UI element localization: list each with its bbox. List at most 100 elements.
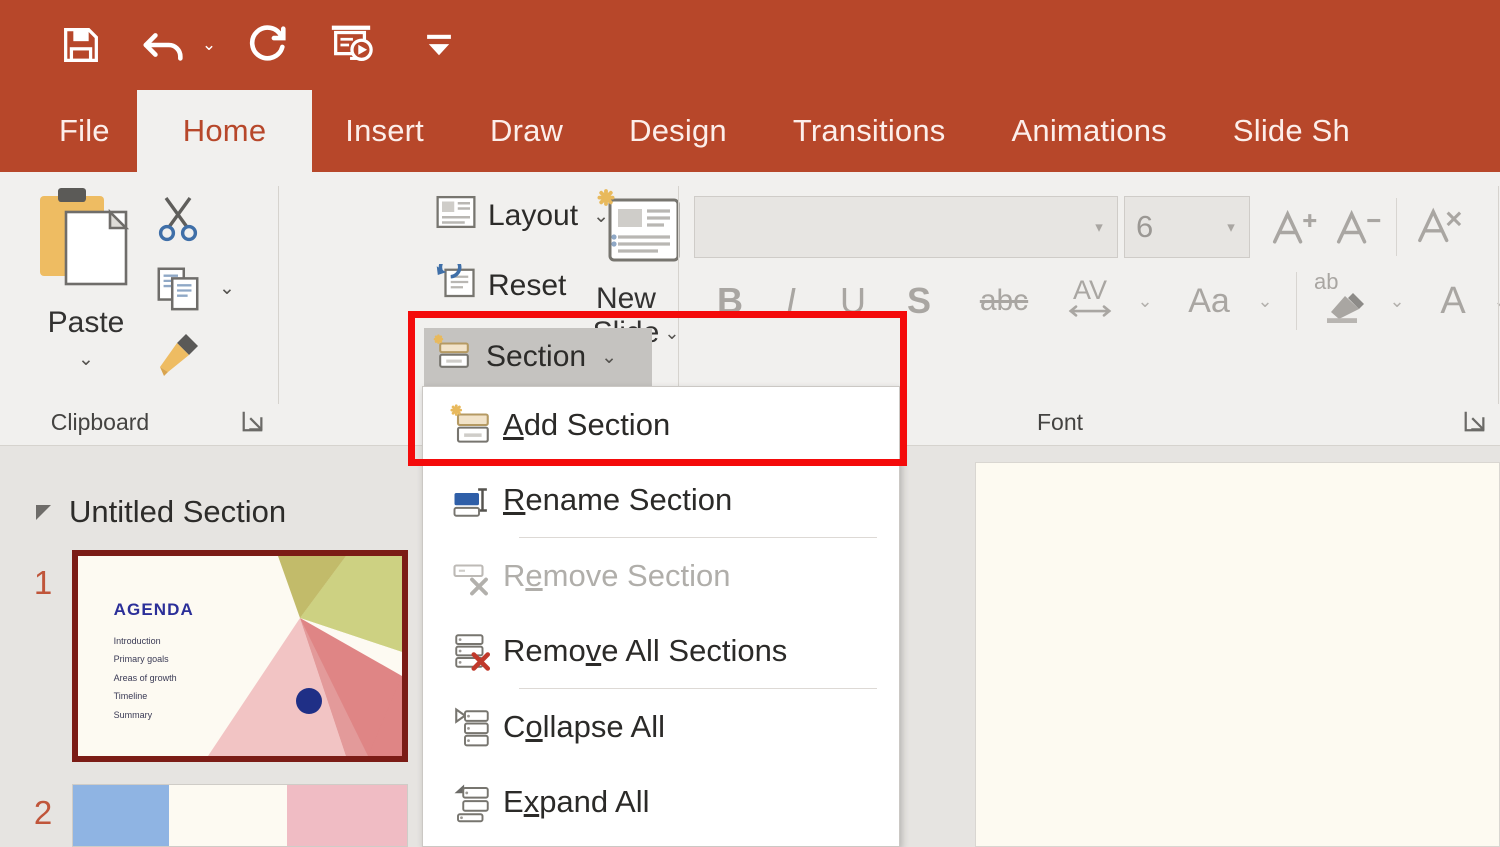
section-label: Section [486, 340, 587, 373]
slide-edit-canvas[interactable] [975, 462, 1500, 847]
collapse-all-icon [441, 706, 503, 748]
ribbon-tab-strip: File Home Insert Draw Design Transitions… [0, 90, 1500, 172]
font-size-combobox[interactable]: 6 ▾ [1124, 196, 1250, 258]
section-caret-icon[interactable]: ⌄ [601, 346, 617, 369]
reset-label: Reset [488, 269, 567, 302]
character-spacing-caret-icon[interactable]: ⌄ [1130, 272, 1160, 330]
add-section-icon [441, 403, 503, 446]
tab-home[interactable]: Home [136, 90, 313, 172]
strikethrough-button[interactable]: abc [962, 272, 1046, 330]
slide-bullet-4: Summary [113, 709, 153, 720]
rename-section-icon [441, 479, 503, 521]
layout-caret-icon[interactable]: ⌄ [593, 205, 609, 228]
font-dialog-launcher[interactable] [1462, 408, 1488, 434]
paste-button[interactable]: Paste ⌄ [18, 184, 154, 374]
section-button[interactable]: Section ⌄ [424, 328, 652, 386]
slide-title-text: AGENDA [113, 600, 194, 619]
start-presentation-icon[interactable] [320, 14, 382, 76]
group-divider [1498, 186, 1499, 404]
layout-button[interactable]: Layout ⌄ [426, 188, 618, 244]
section-collapse-icon[interactable] [36, 504, 51, 520]
bold-button[interactable]: B [702, 272, 758, 330]
cut-button[interactable] [148, 188, 208, 248]
paste-label: Paste [47, 306, 125, 339]
clipboard-dialog-launcher[interactable] [240, 408, 266, 434]
font-size-value: 6 [1136, 209, 1154, 244]
tab-animations[interactable]: Animations [979, 90, 1200, 172]
slide-thumbnail-item[interactable]: 2 [14, 784, 408, 847]
panel-divider [900, 446, 975, 847]
group-divider [678, 186, 679, 404]
section-icon [433, 334, 475, 380]
tab-slide-show[interactable]: Slide Sh [1200, 90, 1383, 172]
format-painter-button[interactable] [148, 324, 208, 382]
slide-thumbnail-2[interactable] [72, 784, 408, 847]
expand-all-icon [441, 781, 503, 823]
slide-thumbnail-item[interactable]: 1 AGENDA Introduction Primary goals Area… [14, 550, 408, 762]
layout-label: Layout [488, 199, 579, 232]
tab-insert[interactable]: Insert [312, 90, 457, 172]
clear-formatting-button[interactable] [1408, 196, 1470, 258]
menu-item-add-section[interactable]: Add Section [423, 387, 899, 462]
slide-bullet-3: Timeline [113, 691, 148, 702]
slide-bullet-list: Introduction Primary goals Areas of grow… [114, 632, 177, 724]
decrease-font-size-button[interactable] [1330, 196, 1388, 258]
tab-draw[interactable]: Draw [457, 90, 596, 172]
undo-icon[interactable] [134, 14, 196, 76]
paste-caret-icon[interactable]: ⌄ [78, 348, 94, 371]
section-name-label: Untitled Section [69, 494, 287, 529]
reset-icon [435, 255, 477, 308]
italic-button[interactable]: I [766, 272, 816, 330]
menu-item-remove-all-sections[interactable]: Remove All Sections [423, 613, 899, 688]
new-slide-label-line1: New [595, 282, 656, 315]
reset-button[interactable]: Reset [426, 255, 575, 314]
layout-icon [435, 194, 477, 238]
font-separator-2 [1296, 272, 1297, 330]
slide-bullet-2: Areas of growth [113, 672, 177, 683]
save-icon[interactable] [50, 14, 112, 76]
slide-number: 2 [33, 794, 53, 831]
menu-item-label: Remove All Sections [503, 632, 788, 668]
text-highlight-caret-icon[interactable]: ⌄ [1382, 272, 1412, 330]
undo-dropdown-caret[interactable]: ⌄ [196, 14, 222, 76]
tab-design[interactable]: Design [596, 90, 760, 172]
change-case-caret-icon[interactable]: ⌄ [1250, 272, 1280, 330]
font-name-combobox[interactable]: ▾ [694, 196, 1118, 258]
redo-icon[interactable] [236, 14, 298, 76]
menu-item-label: Add Section [503, 406, 671, 442]
menu-item-label: Remove Section [503, 557, 731, 593]
menu-item-rename-section[interactable]: Rename Section [423, 462, 899, 537]
copy-caret-icon[interactable]: ⌄ [212, 258, 242, 318]
menu-item-label: Collapse All [503, 708, 665, 744]
slide-preview-graphic: AGENDA Introduction Primary goals Areas … [78, 556, 402, 756]
slide-thumbnail-1[interactable]: AGENDA Introduction Primary goals Areas … [72, 550, 408, 762]
clipboard-group-label: Clipboard [50, 409, 150, 435]
character-spacing-button[interactable]: AV [1054, 268, 1126, 326]
section-dropdown-menu: Add Section Rename Section Remove Sectio… [422, 386, 900, 847]
change-case-button[interactable]: Aa [1172, 272, 1246, 330]
menu-item-collapse-all[interactable]: Collapse All [423, 689, 899, 764]
group-divider [278, 186, 279, 404]
menu-item-expand-all[interactable]: Expand All [423, 764, 899, 839]
tab-file[interactable]: File [32, 90, 137, 172]
slide-bullet-1: Primary goals [113, 654, 169, 665]
slide-accent-dot [296, 688, 322, 714]
font-separator [1396, 198, 1397, 256]
menu-item-label: Rename Section [503, 481, 733, 517]
font-size-dropdown-arrow[interactable]: ▾ [1213, 218, 1249, 236]
remove-all-sections-icon [441, 630, 503, 672]
text-shadow-button[interactable]: S [892, 272, 946, 330]
font-color-button[interactable]: A [1424, 272, 1482, 330]
menu-item-remove-section[interactable]: Remove Section [423, 538, 899, 613]
underline-button[interactable]: U [826, 272, 880, 330]
tab-transitions[interactable]: Transitions [760, 90, 979, 172]
increase-font-size-button[interactable] [1266, 196, 1324, 258]
section-header[interactable]: Untitled Section [36, 494, 286, 530]
customize-qat-icon[interactable] [408, 14, 470, 76]
copy-button[interactable] [148, 258, 208, 318]
quick-access-toolbar: ⌄ [0, 0, 1500, 90]
text-highlight-color-button[interactable]: ab [1308, 268, 1378, 326]
slide2-preview-graphic [73, 785, 407, 846]
slide-bullet-0: Introduction [113, 636, 161, 646]
font-name-dropdown-arrow[interactable]: ▾ [1081, 218, 1117, 236]
